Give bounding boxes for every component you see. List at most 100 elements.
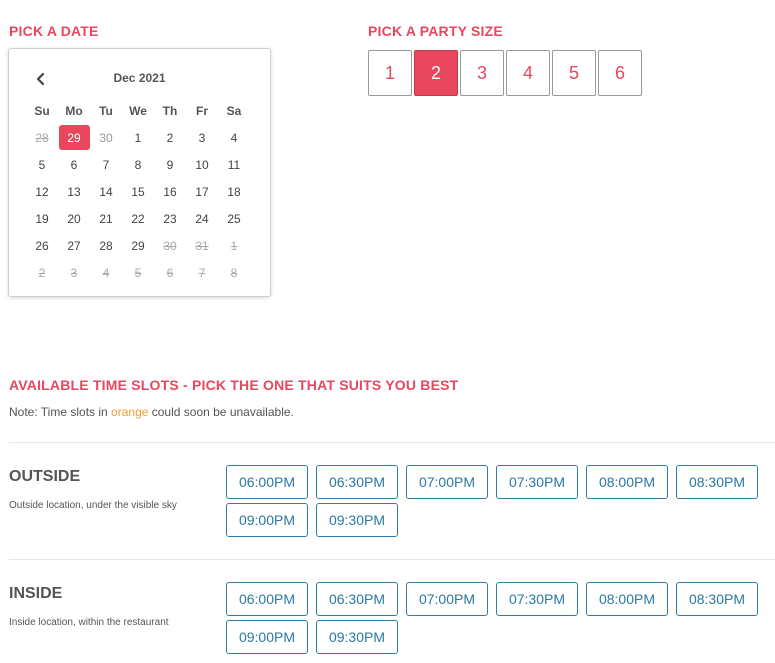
calendar-day-label: 4 <box>102 265 110 280</box>
time-slot-button[interactable]: 07:30PM <box>496 465 578 499</box>
calendar-day[interactable]: 10 <box>186 151 218 178</box>
calendar-day: 3 <box>58 259 90 286</box>
calendar-day[interactable]: 28 <box>90 232 122 259</box>
time-slot-button[interactable]: 08:00PM <box>586 582 668 616</box>
calendar-day[interactable]: 3 <box>186 124 218 151</box>
calendar-day-label: 12 <box>35 184 49 199</box>
calendar-day-label: 19 <box>35 211 49 226</box>
time-slot-button[interactable]: 09:00PM <box>226 503 308 537</box>
party-size-button-6[interactable]: 6 <box>598 50 642 96</box>
calendar-day: 7 <box>186 259 218 286</box>
calendar-day-label: 2 <box>38 265 46 280</box>
time-slot-button[interactable]: 06:00PM <box>226 582 308 616</box>
time-slot-button[interactable]: 06:30PM <box>316 582 398 616</box>
month-label: Dec 2021 <box>113 71 166 85</box>
calendar-day-label: 25 <box>227 211 241 226</box>
slot-group-inside: 06:00PM 06:30PM 07:00PM 07:30PM 08:00PM 08:30… <box>226 582 775 654</box>
calendar-day[interactable]: 2 <box>154 124 186 151</box>
calendar-day-label: 11 <box>227 157 241 172</box>
calendar-day-label: 29 <box>131 238 145 253</box>
calendar-day[interactable]: 7 <box>90 151 122 178</box>
calendar-day-label: 8 <box>230 265 238 280</box>
time-slot-button[interactable]: 08:30PM <box>676 582 758 616</box>
note-highlight: orange <box>111 405 149 419</box>
calendar-day: 31 <box>186 232 218 259</box>
calendar-day[interactable]: 12 <box>26 178 58 205</box>
calendar-day-label: 2 <box>166 130 174 145</box>
calendar-day-label: 6 <box>166 265 174 280</box>
time-slot-button[interactable]: 09:30PM <box>316 503 398 537</box>
calendar-day-label: 7 <box>198 265 206 280</box>
calendar-grid: Su Mo Tu We Th Fr Sa 28 29 30 1 2 3 4 5 6 7 8 9 10 11 12 13 14 1… <box>26 97 267 286</box>
calendar-day[interactable]: 14 <box>90 178 122 205</box>
calendar-day-selected[interactable]: 29 <box>58 124 90 151</box>
calendar-day[interactable]: 23 <box>154 205 186 232</box>
calendar-day-label: 29 <box>58 125 90 150</box>
party-size-button-5[interactable]: 5 <box>552 50 596 96</box>
weekday-header: Tu <box>99 103 113 118</box>
time-slot-button[interactable]: 07:00PM <box>406 582 488 616</box>
location-description-inside: Inside location, within the restaurant <box>9 617 169 628</box>
calendar-day-label: 1 <box>230 238 238 253</box>
calendar-day-label: 1 <box>134 130 142 145</box>
calendar-day[interactable]: 26 <box>26 232 58 259</box>
calendar-day-label: 7 <box>102 157 110 172</box>
calendar-day-label: 13 <box>67 184 81 199</box>
calendar-day[interactable]: 5 <box>26 151 58 178</box>
time-slot-button[interactable]: 09:30PM <box>316 620 398 654</box>
weekday-header: We <box>129 103 147 118</box>
calendar-day-label: 3 <box>70 265 78 280</box>
calendar-day-label: 15 <box>131 184 145 199</box>
time-slot-button[interactable]: 07:30PM <box>496 582 578 616</box>
time-slot-button[interactable]: 08:00PM <box>586 465 668 499</box>
calendar-day[interactable]: 29 <box>122 232 154 259</box>
party-size-button-2[interactable]: 2 <box>414 50 458 96</box>
calendar-day[interactable]: 1 <box>122 124 154 151</box>
calendar-day-label: 4 <box>230 130 238 145</box>
calendar-day-label: 24 <box>195 211 209 226</box>
location-description-outside: Outside location, under the visible sky <box>9 500 177 511</box>
calendar-day-label: 26 <box>35 238 49 253</box>
calendar-day-label: 3 <box>198 130 206 145</box>
time-slot-button[interactable]: 08:30PM <box>676 465 758 499</box>
weekday-header: Fr <box>196 103 208 118</box>
calendar-day[interactable]: 25 <box>218 205 250 232</box>
calendar-day[interactable]: 27 <box>58 232 90 259</box>
calendar-day: 6 <box>154 259 186 286</box>
calendar-day[interactable]: 20 <box>58 205 90 232</box>
calendar-day: 30 <box>154 232 186 259</box>
location-title-inside: INSIDE <box>9 585 63 602</box>
calendar-day[interactable]: 21 <box>90 205 122 232</box>
calendar-day[interactable]: 11 <box>218 151 250 178</box>
calendar-day[interactable]: 30 <box>90 124 122 151</box>
calendar-day[interactable]: 17 <box>186 178 218 205</box>
calendar-day[interactable]: 16 <box>154 178 186 205</box>
weekday-header: Sa <box>226 103 242 118</box>
time-slot-button[interactable]: 06:00PM <box>226 465 308 499</box>
time-slot-button[interactable]: 07:00PM <box>406 465 488 499</box>
calendar-day[interactable]: 13 <box>58 178 90 205</box>
calendar-day: 4 <box>90 259 122 286</box>
calendar-day-label: 30 <box>99 130 113 145</box>
calendar-day: 2 <box>26 259 58 286</box>
calendar-day[interactable]: 4 <box>218 124 250 151</box>
time-slot-button[interactable]: 09:00PM <box>226 620 308 654</box>
weekday-header: Su <box>34 103 50 118</box>
weekday-header: Mo <box>65 103 83 118</box>
calendar-day-label: 21 <box>99 211 113 226</box>
calendar-day-label: 16 <box>163 184 177 199</box>
calendar-day[interactable]: 19 <box>26 205 58 232</box>
calendar-day[interactable]: 9 <box>154 151 186 178</box>
calendar-day[interactable]: 6 <box>58 151 90 178</box>
party-size-button-1[interactable]: 1 <box>368 50 412 96</box>
party-size-button-3[interactable]: 3 <box>460 50 504 96</box>
party-size-button-4[interactable]: 4 <box>506 50 550 96</box>
calendar-day[interactable]: 8 <box>122 151 154 178</box>
calendar-day: 28 <box>26 124 58 151</box>
calendar-day[interactable]: 18 <box>218 178 250 205</box>
calendar-day[interactable]: 22 <box>122 205 154 232</box>
calendar-day[interactable]: 15 <box>122 178 154 205</box>
calendar-day[interactable]: 24 <box>186 205 218 232</box>
weekday-header: Th <box>162 103 178 118</box>
time-slot-button[interactable]: 06:30PM <box>316 465 398 499</box>
